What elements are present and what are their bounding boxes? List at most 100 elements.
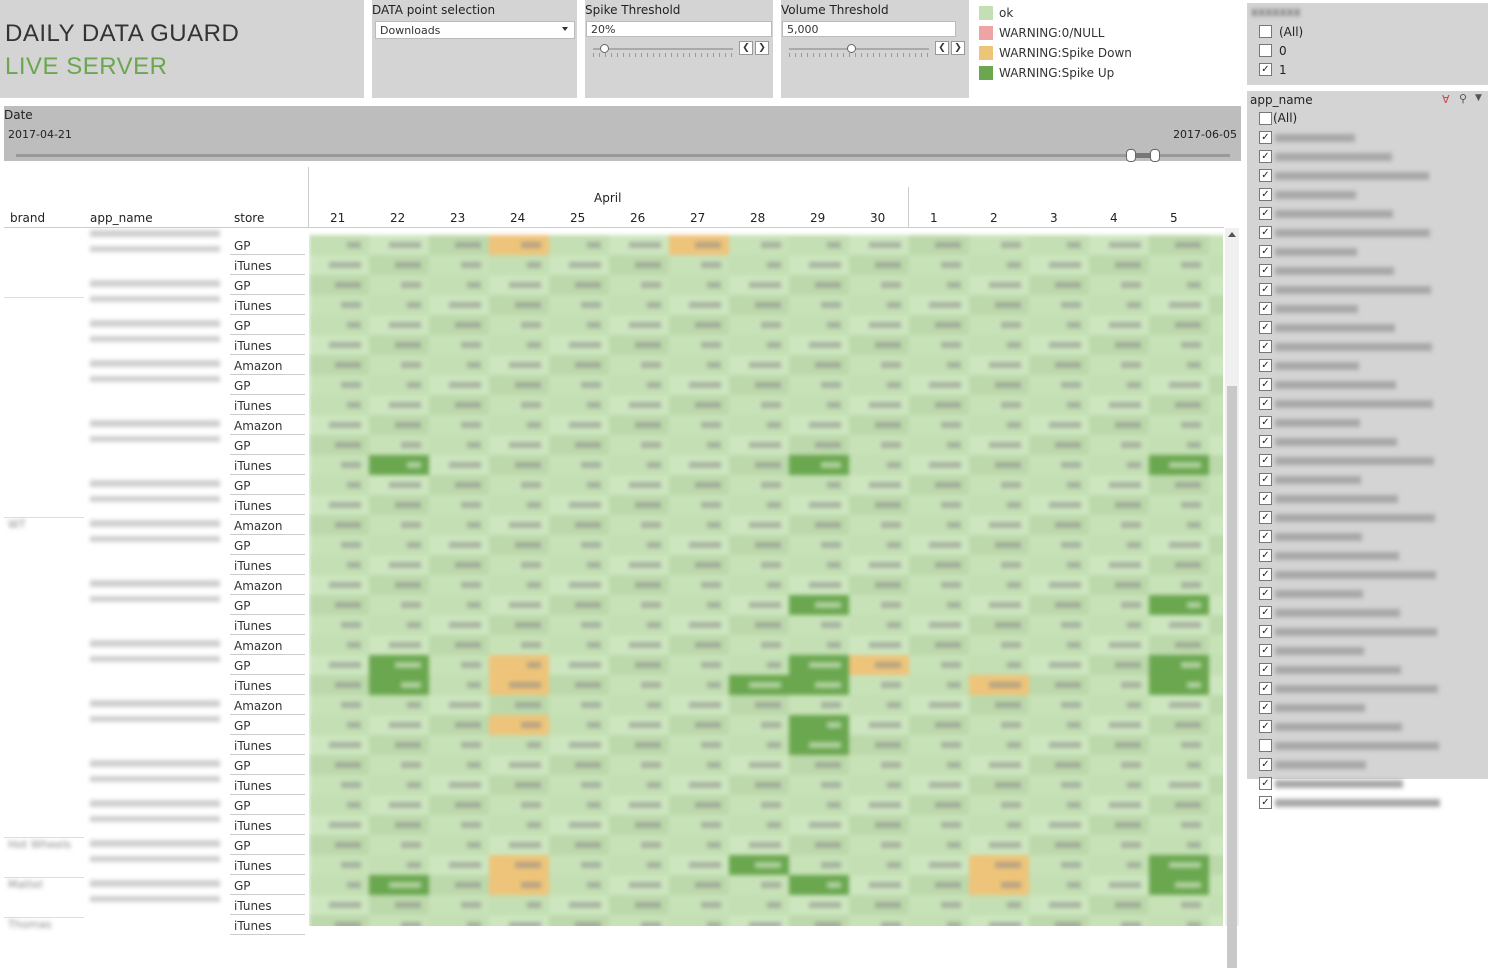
heatmap-cell[interactable] [1089,655,1149,675]
heatmap-cell[interactable] [489,395,549,415]
heatmap-cell[interactable] [909,815,969,835]
heatmap-cell[interactable] [309,715,369,735]
heatmap-cell[interactable] [1029,875,1089,895]
heatmap-cell[interactable] [789,675,849,695]
heatmap-cell[interactable] [729,555,789,575]
heatmap-cell[interactable] [1029,255,1089,275]
app-filter-checkbox[interactable]: ✓ [1259,207,1272,220]
heatmap-cell[interactable] [429,655,489,675]
heatmap-cell[interactable] [729,655,789,675]
heatmap-cell[interactable] [1089,755,1149,775]
heatmap-cell[interactable] [429,695,489,715]
heatmap-cell[interactable] [549,395,609,415]
heatmap-cell[interactable] [669,895,729,915]
heatmap-cell[interactable] [969,235,1029,255]
heatmap-cell[interactable] [729,595,789,615]
heatmap-cell[interactable] [369,775,429,795]
heatmap-cell[interactable] [309,815,369,835]
heatmap-cell[interactable] [669,695,729,715]
heatmap-cell[interactable] [789,655,849,675]
heatmap-cell[interactable] [849,695,909,715]
heatmap-cell[interactable] [729,255,789,275]
heatmap-cell[interactable] [789,315,849,335]
heatmap-cell[interactable] [489,855,549,875]
app-filter-checkbox[interactable]: ✓ [1259,758,1272,771]
heatmap-cell[interactable] [609,295,669,315]
heatmap-cell[interactable] [729,895,789,915]
app-filter-checkbox-all[interactable] [1259,112,1272,125]
heatmap-cell[interactable] [729,575,789,595]
heatmap-cell[interactable] [849,415,909,435]
heatmap-cell[interactable] [429,855,489,875]
heatmap-cell[interactable] [669,355,729,375]
heatmap-cell[interactable] [1209,555,1223,575]
heatmap-cell[interactable] [489,255,549,275]
heatmap-cell[interactable] [1089,395,1149,415]
heatmap-cell[interactable] [369,715,429,735]
heatmap-cell[interactable] [789,595,849,615]
heatmap-cell[interactable] [729,835,789,855]
heatmap-cell[interactable] [729,275,789,295]
heatmap-cell[interactable] [369,855,429,875]
heatmap-cell[interactable] [489,875,549,895]
heatmap-cell[interactable] [429,775,489,795]
heatmap-cell[interactable] [369,595,429,615]
heatmap-cell[interactable] [969,675,1029,695]
heatmap-cell[interactable] [1089,415,1149,435]
heatmap-cell[interactable] [429,535,489,555]
heatmap-cell[interactable] [549,235,609,255]
heatmap-cell[interactable] [429,235,489,255]
heatmap-cell[interactable] [1149,755,1209,775]
heatmap-cell[interactable] [1209,635,1223,655]
heatmap-cell[interactable] [909,555,969,575]
heatmap-cell[interactable] [729,295,789,315]
heatmap-cell[interactable] [1209,435,1223,455]
heatmap-cell[interactable] [849,315,909,335]
heatmap-cell[interactable] [909,915,969,926]
heatmap-cell[interactable] [729,695,789,715]
heatmap-cell[interactable] [969,835,1029,855]
heatmap-cell[interactable] [1149,435,1209,455]
col-header-store[interactable]: store [234,211,264,225]
heatmap-cell[interactable] [909,575,969,595]
heatmap-cell[interactable] [729,775,789,795]
heatmap-cell[interactable] [729,475,789,495]
heatmap-cell[interactable] [1089,355,1149,375]
heatmap-cell[interactable] [1149,515,1209,535]
heatmap-cell[interactable] [309,595,369,615]
heatmap-cell[interactable] [489,595,549,615]
heatmap-cell[interactable] [669,775,729,795]
heatmap-cell[interactable] [669,255,729,275]
heatmap-cell[interactable] [609,395,669,415]
volume-threshold-slider-track[interactable] [789,48,929,50]
heatmap-cell[interactable] [849,335,909,355]
heatmap-cell[interactable] [609,855,669,875]
heatmap-cell[interactable] [669,735,729,755]
filter-checkbox-0[interactable] [1259,44,1272,57]
heatmap-cell[interactable] [729,635,789,655]
heatmap-cell[interactable] [1029,235,1089,255]
heatmap-cell[interactable] [609,695,669,715]
app-filter-checkbox[interactable]: ✓ [1259,720,1272,733]
heatmap-cell[interactable] [789,755,849,775]
heatmap-cell[interactable] [789,235,849,255]
heatmap-cell[interactable] [729,315,789,335]
heatmap-cell[interactable] [1209,315,1223,335]
heatmap-cell[interactable] [789,815,849,835]
heatmap-cell[interactable] [549,695,609,715]
heatmap-cell[interactable] [429,835,489,855]
heatmap-cell[interactable] [909,535,969,555]
heatmap-cell[interactable] [369,835,429,855]
date-start-value[interactable]: 2017-04-21 [8,128,72,141]
heatmap-cell[interactable] [489,495,549,515]
heatmap-cell[interactable] [1149,455,1209,475]
heatmap-cell[interactable] [429,915,489,926]
heatmap-cell[interactable] [609,495,669,515]
heatmap-cell[interactable] [309,835,369,855]
heatmap-cell[interactable] [849,395,909,415]
heatmap-cell[interactable] [1089,375,1149,395]
heatmap-cell[interactable] [1209,495,1223,515]
heatmap-cell[interactable] [969,515,1029,535]
heatmap-cell[interactable] [1149,255,1209,275]
heatmap-cell[interactable] [549,775,609,795]
